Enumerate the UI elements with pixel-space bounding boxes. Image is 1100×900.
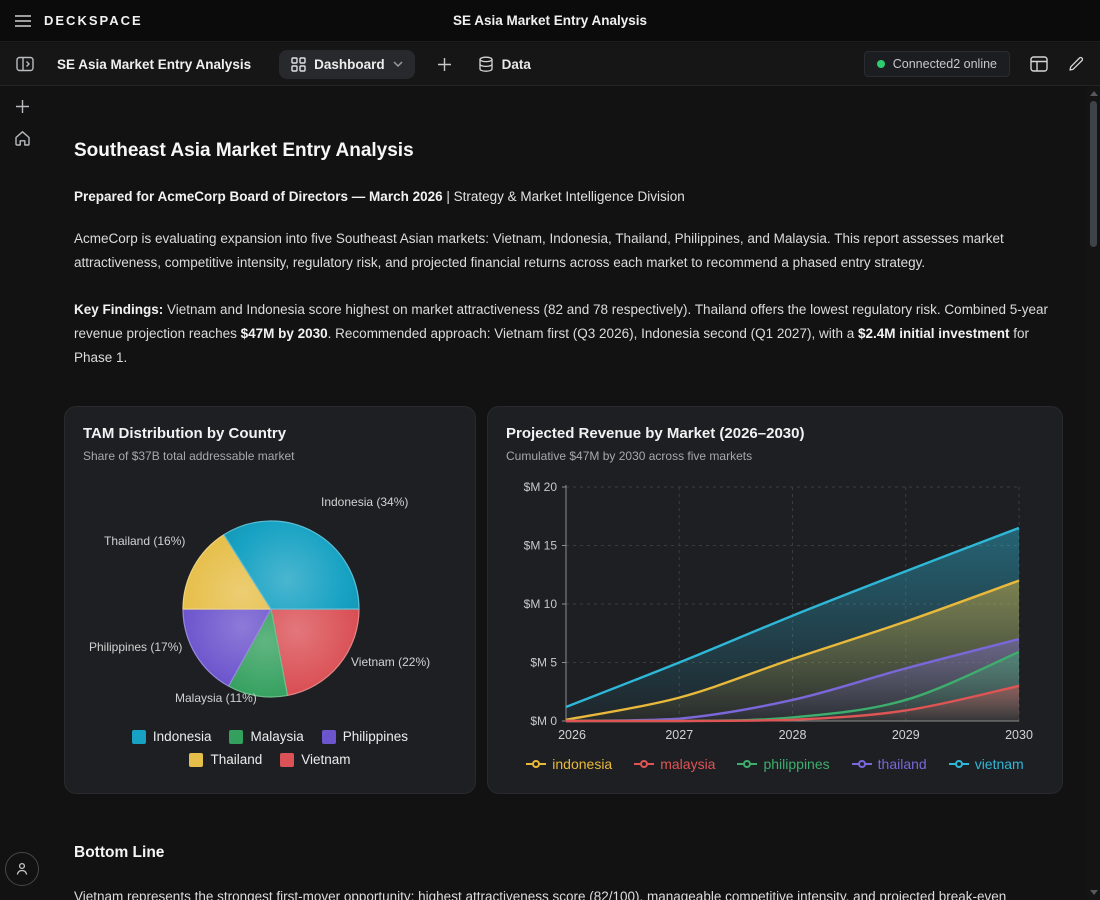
pie-card-title: TAM Distribution by Country <box>83 425 457 442</box>
svg-text:2026: 2026 <box>558 728 586 742</box>
data-button[interactable]: Data <box>478 56 531 73</box>
plus-icon <box>15 99 30 114</box>
legend-label: Malaysia <box>250 729 303 744</box>
pie-legend-item-thailand[interactable]: Thailand <box>189 752 262 767</box>
legend-line-marker <box>737 759 757 769</box>
legend-label: Indonesia <box>153 729 212 744</box>
tam-distribution-card: TAM Distribution by Country Share of $37… <box>64 406 476 794</box>
key-findings-paragraph: Key Findings: Vietnam and Indonesia scor… <box>74 298 1057 370</box>
dashboard-grid-icon <box>291 57 306 72</box>
view-selector-dashboard[interactable]: Dashboard <box>279 50 415 79</box>
legend-label: Vietnam <box>301 752 350 767</box>
svg-text:$M 15: $M 15 <box>524 539 558 553</box>
intro-paragraph: AcmeCorp is evaluating expansion into fi… <box>74 227 1057 275</box>
connection-status-badge[interactable]: Connected2 online <box>864 51 1010 77</box>
window-title: SE Asia Market Entry Analysis <box>453 13 647 28</box>
home-button[interactable] <box>0 122 44 154</box>
svg-text:$M 0: $M 0 <box>530 714 557 728</box>
area-legend-item-thailand[interactable]: thailand <box>852 756 927 772</box>
legend-swatch <box>280 753 294 767</box>
database-icon <box>478 56 494 73</box>
pie-legend-item-vietnam[interactable]: Vietnam <box>280 752 350 767</box>
pie-legend-item-malaysia[interactable]: Malaysia <box>229 729 303 744</box>
data-button-label: Data <box>502 57 531 72</box>
legend-line-marker <box>526 759 546 769</box>
pie-legend-item-indonesia[interactable]: Indonesia <box>132 729 212 744</box>
pie-label-malaysia: Malaysia (11%) <box>175 691 257 705</box>
svg-text:2027: 2027 <box>665 728 693 742</box>
legend-label: thailand <box>878 756 927 772</box>
svg-text:$M 5: $M 5 <box>530 656 557 670</box>
view-selector-label: Dashboard <box>314 57 385 72</box>
svg-text:2029: 2029 <box>892 728 920 742</box>
person-icon <box>14 861 30 877</box>
byline: Prepared for AcmeCorp Board of Directors… <box>74 189 1057 204</box>
app-logo: DECKSPACE <box>44 13 143 28</box>
legend-swatch <box>132 730 146 744</box>
legend-label: vietnam <box>975 756 1024 772</box>
area-legend-item-malaysia[interactable]: malaysia <box>634 756 715 772</box>
area-legend: indonesia malaysia philippines thailand viet… <box>488 756 1062 772</box>
area-card-subtitle: Cumulative $47M by 2030 across five mark… <box>506 449 1044 463</box>
pie-label-thailand: Thailand (16%) <box>104 534 185 548</box>
legend-label: Philippines <box>343 729 408 744</box>
page-title: Southeast Asia Market Entry Analysis <box>74 140 1087 162</box>
charts-row: TAM Distribution by Country Share of $37… <box>64 406 1087 794</box>
svg-text:2030: 2030 <box>1005 728 1033 742</box>
legend-line-marker <box>852 759 872 769</box>
status-label: Connected2 online <box>893 57 997 71</box>
vertical-scrollbar[interactable] <box>1087 86 1100 900</box>
pie-label-vietnam: Vietnam (22%) <box>351 655 430 669</box>
hamburger-menu-icon[interactable] <box>14 14 32 28</box>
legend-line-marker <box>949 759 969 769</box>
sidebar-toggle-icon[interactable] <box>16 56 34 72</box>
document-toolbar: SE Asia Market Entry Analysis Dashboard … <box>0 43 1100 86</box>
pie-card-subtitle: Share of $37B total addressable market <box>83 449 457 463</box>
edit-pencil-icon[interactable] <box>1068 56 1084 72</box>
legend-label: malaysia <box>660 756 715 772</box>
status-dot <box>877 60 885 68</box>
legend-swatch <box>229 730 243 744</box>
chevron-down-icon <box>393 61 403 67</box>
bottom-line-paragraph: Vietnam represents the strongest first-m… <box>74 885 1057 900</box>
scroll-up-arrow[interactable] <box>1090 91 1098 96</box>
legend-label: Thailand <box>210 752 262 767</box>
legend-line-marker <box>634 759 654 769</box>
area-legend-item-vietnam[interactable]: vietnam <box>949 756 1024 772</box>
legend-swatch <box>322 730 336 744</box>
scroll-down-arrow[interactable] <box>1090 890 1098 895</box>
projected-revenue-card: Projected Revenue by Market (2026–2030) … <box>487 406 1063 794</box>
plus-icon <box>437 57 452 72</box>
pie-label-indonesia: Indonesia (34%) <box>321 495 408 509</box>
pie-legend: Indonesia Malaysia Philippines Thailand Viet… <box>65 729 475 767</box>
title-bar: DECKSPACE SE Asia Market Entry Analysis <box>0 0 1100 42</box>
add-view-button[interactable] <box>437 57 452 72</box>
user-avatar[interactable] <box>5 852 39 886</box>
new-item-button[interactable] <box>0 90 44 122</box>
left-rail <box>0 86 44 900</box>
svg-text:$M 10: $M 10 <box>524 597 558 611</box>
home-icon <box>14 130 31 146</box>
area-legend-item-philippines[interactable]: philippines <box>737 756 829 772</box>
legend-label: indonesia <box>552 756 612 772</box>
bottom-line-heading: Bottom Line <box>74 844 1057 862</box>
document-canvas: Southeast Asia Market Entry Analysis Pre… <box>44 86 1087 900</box>
pie-legend-item-philippines[interactable]: Philippines <box>322 729 408 744</box>
legend-swatch <box>189 753 203 767</box>
revenue-area-chart: $M 0 $M 5 $M 10 $M 15 $M 20 2026 2027 2028 2029 2… <box>488 467 1064 767</box>
document-title: SE Asia Market Entry Analysis <box>57 57 251 72</box>
area-card-title: Projected Revenue by Market (2026–2030) <box>506 425 1044 442</box>
svg-text:2028: 2028 <box>779 728 807 742</box>
legend-label: philippines <box>763 756 829 772</box>
pie-label-philippines: Philippines (17%) <box>89 640 182 654</box>
svg-text:$M 20: $M 20 <box>524 480 558 494</box>
table-view-icon[interactable] <box>1030 56 1048 72</box>
scrollbar-thumb[interactable] <box>1090 101 1097 247</box>
area-legend-item-indonesia[interactable]: indonesia <box>526 756 612 772</box>
